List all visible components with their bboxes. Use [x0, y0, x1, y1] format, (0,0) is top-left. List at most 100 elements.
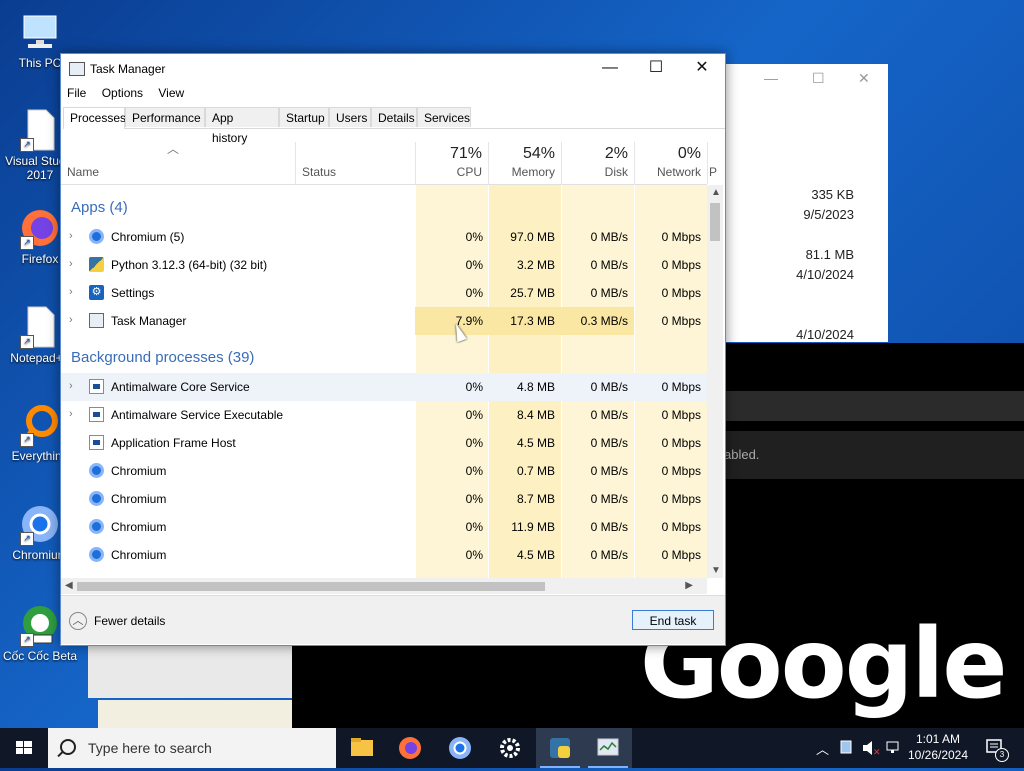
firefox-icon: ↗	[18, 206, 62, 250]
minimize-icon: —	[602, 59, 618, 76]
shortcut-arrow-icon: ↗	[20, 236, 34, 250]
menu-options[interactable]: Options	[96, 84, 149, 100]
chevron-right-icon[interactable]: ›	[69, 258, 73, 270]
firefox-icon	[399, 737, 421, 759]
maximize-button[interactable]: ☐	[633, 54, 679, 84]
column-disk[interactable]: 2% Disk	[561, 142, 634, 184]
taskbar-file-explorer[interactable]	[338, 728, 386, 768]
end-task-button[interactable]: End task	[632, 610, 714, 630]
desktop-icon-label: Cốc Cốc Beta	[2, 649, 78, 663]
chevron-right-icon[interactable]: ›	[69, 230, 73, 242]
file-icon: ↗	[18, 305, 62, 349]
notification-count-badge: 3	[995, 748, 1009, 762]
scroll-up-icon[interactable]: ▲	[711, 187, 721, 198]
search-placeholder: Type here to search	[88, 740, 212, 756]
fewer-details-link[interactable]: Fewer details	[94, 614, 165, 628]
tab-performance[interactable]: Performance	[125, 107, 205, 127]
taskbar-task-manager[interactable]	[584, 728, 632, 768]
vertical-scroll-thumb[interactable]	[710, 203, 720, 241]
sort-up-icon: ︿	[167, 142, 180, 156]
minimize-icon[interactable]: —	[764, 70, 778, 86]
horizontal-scroll-thumb[interactable]	[77, 582, 545, 591]
chevron-right-icon[interactable]: ›	[69, 314, 73, 326]
close-icon: ✕	[695, 59, 709, 76]
table-row[interactable]: › Python 3.12.3 (64-bit) (32 bit) 0% 3.2…	[61, 251, 707, 279]
shortcut-arrow-icon: ↗	[20, 138, 34, 152]
tab-users[interactable]: Users	[329, 107, 371, 127]
column-network[interactable]: 0% Network	[634, 142, 707, 184]
file-date: 9/5/2023	[803, 207, 854, 222]
start-button[interactable]	[0, 728, 48, 768]
dark-panel-text: abled.	[724, 431, 1024, 479]
table-row[interactable]: Chromium 0% 8.7 MB 0 MB/s 0 Mbps	[61, 485, 707, 513]
tab-startup[interactable]: Startup	[279, 107, 329, 127]
chromium-icon	[89, 491, 104, 506]
device-icon	[840, 740, 852, 754]
table-row[interactable]: Application Frame Host 0% 4.5 MB 0 MB/s …	[61, 429, 707, 457]
python-icon	[550, 738, 570, 758]
chevron-right-icon[interactable]: ›	[69, 380, 73, 392]
chevron-right-icon[interactable]: ›	[69, 286, 73, 298]
close-button[interactable]: ✕	[679, 54, 725, 84]
background-window[interactable]: — ☐ ✕ 335 KB 9/5/2023 81.1 MB 4/10/2024 …	[724, 64, 888, 342]
search-box[interactable]: Type here to search	[48, 728, 336, 768]
table-row[interactable]: › Chromium (5) 0% 97.0 MB 0 MB/s 0 Mbps	[61, 223, 707, 251]
table-row[interactable]: › Antimalware Core Service 0% 4.8 MB 0 M…	[61, 373, 707, 401]
column-name[interactable]: ︿ Name	[61, 142, 295, 184]
shortcut-arrow-icon: ↗	[20, 633, 34, 647]
computer-icon	[18, 10, 62, 54]
table-row[interactable]: Chromium 0% 0.7 MB 0 MB/s 0 Mbps	[61, 457, 707, 485]
clock-date: 10/26/2024	[907, 748, 969, 762]
chromium-icon: ↗	[18, 502, 62, 546]
vertical-scrollbar[interactable]: ▲ ▼	[707, 185, 723, 578]
chevron-right-icon[interactable]: ›	[69, 408, 73, 420]
minimize-button[interactable]: —	[587, 54, 633, 84]
taskbar-settings[interactable]	[486, 728, 534, 768]
table-row[interactable]: Chromium 0% 4.5 MB 0 MB/s 0 Mbps	[61, 541, 707, 569]
tab-app-history[interactable]: App history	[205, 107, 279, 145]
table-row[interactable]: Chromium 0% 11.9 MB 0 MB/s 0 Mbps	[61, 513, 707, 541]
table-row[interactable]: › Antimalware Service Executable 0% 8.4 …	[61, 401, 707, 429]
menu-bar: File Options View	[61, 84, 190, 104]
tab-services[interactable]: Services	[417, 107, 471, 127]
menu-file[interactable]: File	[61, 84, 92, 100]
task-manager-window[interactable]: Task Manager — ☐ ✕ File Options View Pro…	[60, 53, 726, 646]
chromium-icon	[89, 547, 104, 562]
horizontal-scrollbar[interactable]: ◀ ▶	[61, 578, 707, 594]
tab-details[interactable]: Details	[371, 107, 417, 127]
menu-view[interactable]: View	[152, 84, 190, 100]
column-status[interactable]: Status	[295, 142, 415, 184]
scroll-right-icon[interactable]: ▶	[685, 580, 693, 591]
column-cpu[interactable]: 71% CPU	[415, 142, 488, 184]
show-hidden-icons[interactable]: ︿	[814, 728, 832, 768]
chevron-up-icon[interactable]: ︿	[69, 612, 87, 630]
footer: ︿ Fewer details End task	[61, 595, 725, 644]
window-title: Task Manager	[90, 62, 166, 76]
tray-device-icon[interactable]	[838, 728, 854, 768]
table-row[interactable]: › Task Manager 7.9% 17.3 MB 0.3 MB/s 0 M…	[61, 307, 707, 335]
close-icon[interactable]: ✕	[858, 70, 870, 87]
title-bar[interactable]: Task Manager — ☐ ✕	[61, 54, 725, 84]
column-memory[interactable]: 54% Memory	[488, 142, 561, 184]
chromium-icon	[449, 737, 471, 759]
group-header-background: Background processes (39)	[71, 349, 255, 366]
chromium-icon	[89, 463, 104, 478]
column-power[interactable]: P	[707, 142, 719, 184]
taskbar-firefox[interactable]	[386, 728, 434, 768]
tab-processes[interactable]: Processes	[63, 107, 126, 129]
scroll-left-icon[interactable]: ◀	[65, 580, 73, 591]
taskbar-chromium[interactable]	[436, 728, 484, 768]
process-list[interactable]: Apps (4) › Chromium (5) 0% 97.0 MB 0 MB/…	[61, 185, 707, 578]
background-window-fragment	[98, 700, 292, 728]
notification-center-button[interactable]: 3	[984, 728, 1009, 768]
table-row[interactable]: › ⚙ Settings 0% 25.7 MB 0 MB/s 0 Mbps	[61, 279, 707, 307]
chevron-up-icon: ︿	[816, 742, 830, 757]
system-clock[interactable]: 1:01 AM 10/26/2024	[898, 731, 978, 763]
maximize-icon[interactable]: ☐	[812, 70, 825, 87]
tray-volume-icon[interactable]: ✕	[860, 728, 882, 768]
taskbar: Type here to search ︿ ✕ 1:01 AM 10/26/20…	[0, 728, 1024, 768]
chromium-icon	[89, 519, 104, 534]
taskbar-python[interactable]	[536, 728, 584, 768]
folder-icon	[351, 738, 373, 756]
scroll-down-icon[interactable]: ▼	[711, 565, 721, 576]
